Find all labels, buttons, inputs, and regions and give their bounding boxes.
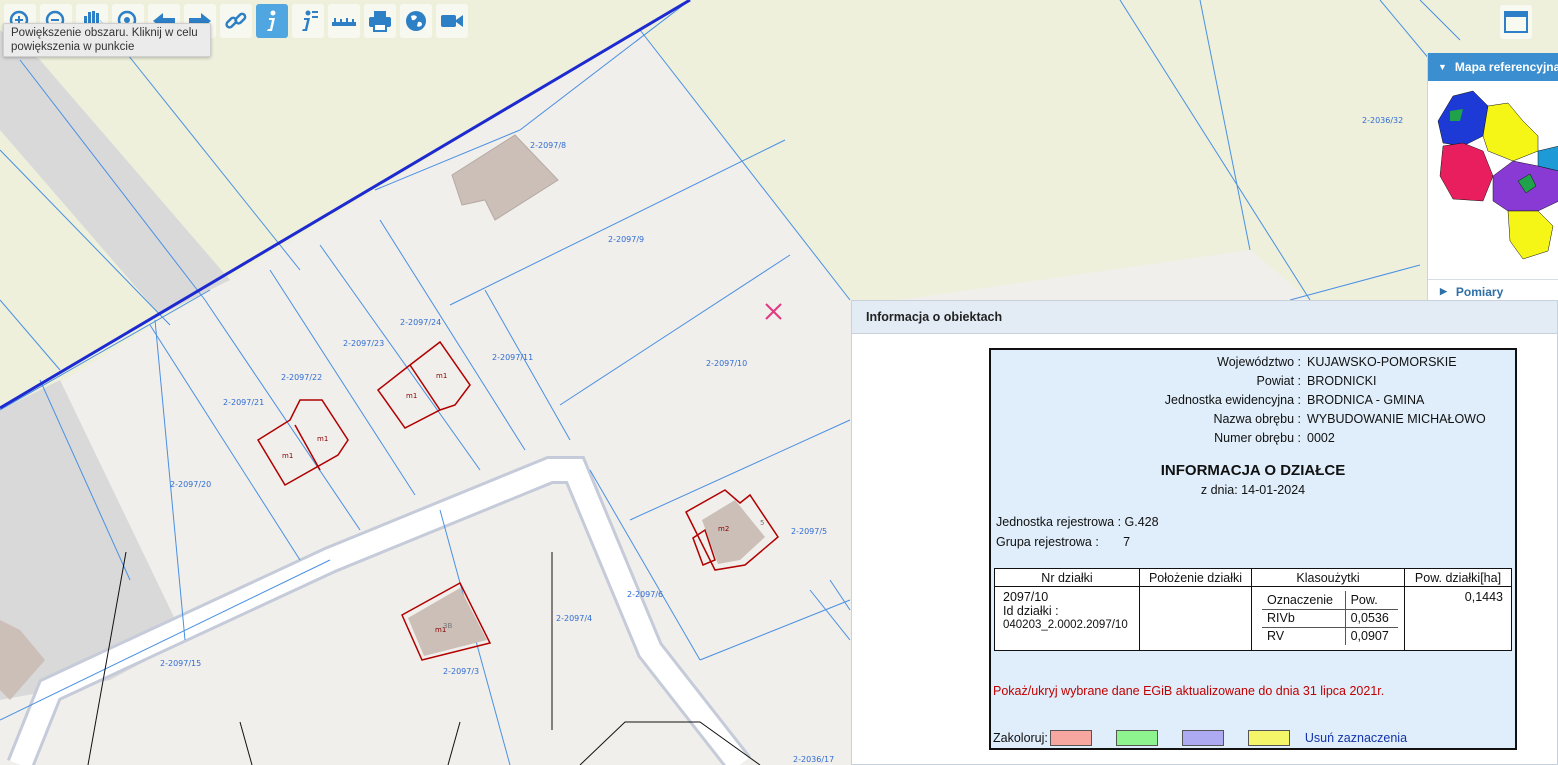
measure-ruler-icon	[332, 18, 356, 26]
color-swatch-purple[interactable]	[1181, 730, 1224, 746]
parcel-table: Nr działki Położenie działki Klasoużytki…	[994, 568, 1512, 651]
window-layout-icon	[1504, 11, 1528, 33]
col-header-location: Położenie działki	[1139, 568, 1252, 587]
meta-value-precinct-name: WYBUDOWANIE MICHAŁOWO	[1307, 412, 1486, 426]
collapse-triangle-icon: ▼	[1438, 62, 1447, 72]
clear-selection-link[interactable]: Usuń zaznaczenia	[1305, 731, 1407, 745]
meta-label-unit: Jednostka ewidencyjna :	[1164, 393, 1301, 407]
meta-label-precinct-name: Nazwa obrębu :	[1213, 412, 1301, 426]
parcel-label: 2-2097/24	[400, 318, 441, 327]
parcel-label: 2-2097/10	[706, 359, 747, 368]
panel-layout-button[interactable]	[1500, 5, 1532, 39]
print-icon	[369, 11, 391, 32]
house-number: 5	[760, 519, 764, 527]
color-swatch-red[interactable]	[1049, 730, 1092, 746]
land-use-code: RV	[1267, 629, 1285, 644]
globe-icon	[406, 11, 426, 31]
reference-map-image[interactable]	[1428, 81, 1558, 276]
parcel-label: 2-2097/6	[627, 590, 663, 599]
globe-button[interactable]	[400, 4, 432, 38]
col-header-area: Pow. działki[ha]	[1404, 568, 1512, 587]
meta-label-voivodeship: Województwo :	[1217, 355, 1301, 369]
color-swatch-yellow[interactable]	[1247, 730, 1290, 746]
reference-map-header[interactable]: ▼ Mapa referencyjna	[1428, 53, 1558, 81]
measure-button[interactable]	[328, 4, 360, 38]
info-panel-title: Informacja o obiektach	[866, 310, 1003, 324]
land-use-code: RIVb	[1262, 609, 1346, 628]
info-button[interactable]	[256, 4, 288, 38]
building-label: m1	[317, 435, 328, 443]
parcel-id: 040203_2.0002.2097/10	[1003, 619, 1128, 631]
land-use-row: RIVb 0,0536	[1262, 609, 1398, 628]
meta-value-county: BRODNICKI	[1307, 374, 1377, 388]
building-label: m1	[282, 452, 293, 460]
reference-map-title: Mapa referencyjna	[1454, 60, 1558, 74]
info-icon	[267, 10, 276, 31]
expand-triangle-icon: ▶	[1440, 286, 1447, 296]
egib-toggle-link[interactable]: Pokaż/ukryj wybrane dane EGiB aktualizow…	[993, 684, 1384, 698]
parcel-label: 2-2036/17	[793, 755, 834, 764]
document-title: INFORMACJA O DZIAŁCE	[1160, 462, 1346, 479]
document-date: z dnia: 14-01-2024	[1200, 483, 1306, 497]
land-use-table: Oznaczenie Pow. RIVb 0,0536 RV 0,0907	[1262, 591, 1398, 645]
parcel-location-cell	[1139, 586, 1252, 651]
link-icon	[225, 12, 247, 29]
colorize-bar: Zakoloruj: Usuń zaznaczenia	[993, 730, 1407, 746]
video-camera-icon	[441, 15, 463, 27]
link-button[interactable]	[220, 4, 252, 38]
parcel-label: 2-2097/5	[791, 527, 827, 536]
land-use-area: 0,0536	[1344, 609, 1398, 628]
parcel-label: 2-2036/32	[1362, 116, 1403, 125]
col-header-land-use: Klasoużytki	[1251, 568, 1405, 587]
table-row: 2097/10 Id działki : 040203_2.0002.2097/…	[994, 586, 1512, 651]
meta-label-precinct-number: Numer obrębu :	[1214, 431, 1301, 445]
parcel-label: 2-2097/22	[281, 373, 322, 382]
meta-value-precinct-number: 0002	[1307, 431, 1335, 445]
meta-value-unit: BRODNICA - GMINA	[1307, 393, 1425, 407]
colorize-label: Zakoloruj:	[993, 731, 1048, 745]
land-use-cell: Oznaczenie Pow. RIVb 0,0536 RV 0,0907	[1251, 586, 1405, 651]
parcel-label: 2-2097/3	[443, 667, 479, 676]
land-use-code-header: Oznaczenie	[1262, 591, 1346, 610]
parcel-label: 2-2097/8	[530, 141, 566, 150]
registry-group: Grupa rejestrowa : 7	[996, 535, 1131, 549]
measurements-label: Pomiary	[1455, 284, 1504, 299]
info-list-button[interactable]	[292, 4, 324, 38]
land-use-row: RV 0,0907	[1262, 627, 1398, 645]
registry-unit: Jednostka rejestrowa : G.428	[996, 515, 1159, 529]
object-info-panel: Informacja o obiektach Województwo : KUJ…	[851, 300, 1558, 765]
parcel-number: 2097/10	[1003, 590, 1049, 604]
parcel-label: 2-2097/4	[556, 614, 592, 623]
building-label: m1	[406, 392, 417, 400]
total-area-cell: 0,1443	[1404, 586, 1512, 651]
parcel-label: 2-2097/20	[170, 480, 211, 489]
house-number: 3B	[443, 622, 452, 630]
meta-label-county: Powiat :	[1256, 374, 1301, 388]
info-panel-header: Informacja o obiektach	[852, 301, 1557, 334]
parcel-label: 2-2097/9	[608, 235, 644, 244]
col-header-parcel-number: Nr działki	[994, 568, 1140, 587]
info-list-icon	[302, 10, 318, 31]
print-button[interactable]	[364, 4, 396, 38]
video-button[interactable]	[436, 4, 468, 38]
parcel-label: 2-2097/23	[343, 339, 384, 348]
land-use-area: 0,0907	[1344, 627, 1398, 645]
parcel-label: 2-2097/11	[492, 353, 533, 362]
land-use-area-header: Pow.	[1344, 591, 1398, 610]
parcel-label: 2-2097/15	[160, 659, 201, 668]
building-label: m2	[718, 525, 729, 533]
parcel-id-label: Id działki :	[1003, 604, 1059, 618]
reference-map-panel: ▼ Mapa referencyjna ▶ Pomiary	[1427, 53, 1558, 303]
color-swatch-green[interactable]	[1115, 730, 1158, 746]
building-label: m1	[436, 372, 447, 380]
parcel-number-cell: 2097/10 Id działki : 040203_2.0002.2097/…	[994, 586, 1140, 651]
meta-value-voivodeship: KUJAWSKO-POMORSKIE	[1307, 355, 1457, 369]
parcel-info-document: Województwo : KUJAWSKO-POMORSKIE Powiat …	[989, 348, 1517, 750]
zoom-tooltip: Powiększenie obszaru. Kliknij w celu pow…	[3, 23, 211, 57]
parcel-label: 2-2097/21	[223, 398, 264, 407]
